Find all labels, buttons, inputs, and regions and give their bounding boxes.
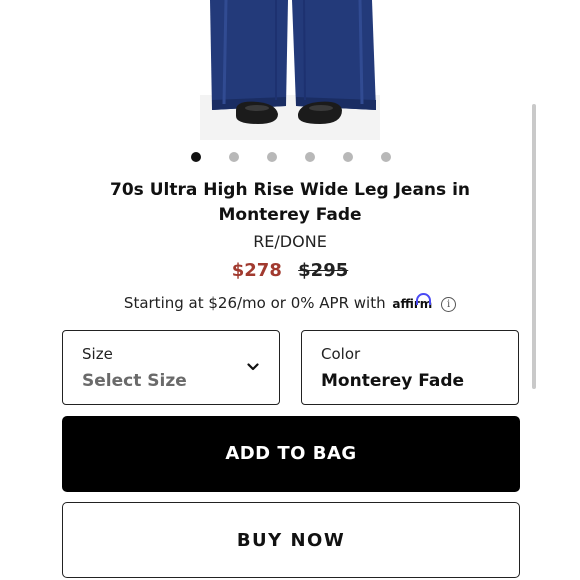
chevron-down-icon: [247, 363, 259, 371]
product-title-line-2: Monterey Fade: [218, 205, 362, 225]
price-row: $278 $295: [0, 260, 580, 281]
carousel-dot-1[interactable]: [191, 152, 201, 162]
jeans-photo: [0, 0, 580, 140]
carousel-dot-6[interactable]: [381, 152, 391, 162]
financing-message: Starting at $26/mo or 0% APR with affirm…: [0, 293, 580, 312]
sale-price: $278: [231, 260, 282, 281]
affirm-logo[interactable]: affirm: [392, 293, 432, 311]
carousel-dots: [0, 152, 580, 164]
buy-now-button[interactable]: BUY NOW: [62, 502, 520, 578]
size-select[interactable]: Size Select Size: [62, 330, 280, 405]
size-select-value: Select Size: [82, 371, 187, 391]
info-icon[interactable]: i: [441, 297, 457, 312]
carousel-dot-3[interactable]: [267, 152, 277, 162]
scrollbar[interactable]: [532, 104, 536, 389]
product-image[interactable]: [0, 0, 580, 140]
carousel-dot-5[interactable]: [343, 152, 353, 162]
product-title-line-1: 70s Ultra High Rise Wide Leg Jeans in: [110, 180, 470, 200]
color-select[interactable]: Color Monterey Fade: [301, 330, 519, 405]
carousel-dot-4[interactable]: [305, 152, 315, 162]
financing-text: Starting at $26/mo or 0% APR with: [123, 294, 386, 312]
brand-name[interactable]: RE/DONE: [90, 232, 490, 251]
add-to-bag-button[interactable]: ADD TO BAG: [62, 416, 520, 492]
original-price: $295: [298, 260, 349, 281]
product-title: 70s Ultra High Rise Wide Leg Jeans in Mo…: [90, 178, 490, 228]
color-select-value: Monterey Fade: [321, 371, 465, 391]
color-select-label: Color: [321, 345, 361, 363]
carousel-dot-2[interactable]: [229, 152, 239, 162]
size-select-label: Size: [82, 345, 113, 363]
affirm-arc-icon: [416, 293, 432, 305]
